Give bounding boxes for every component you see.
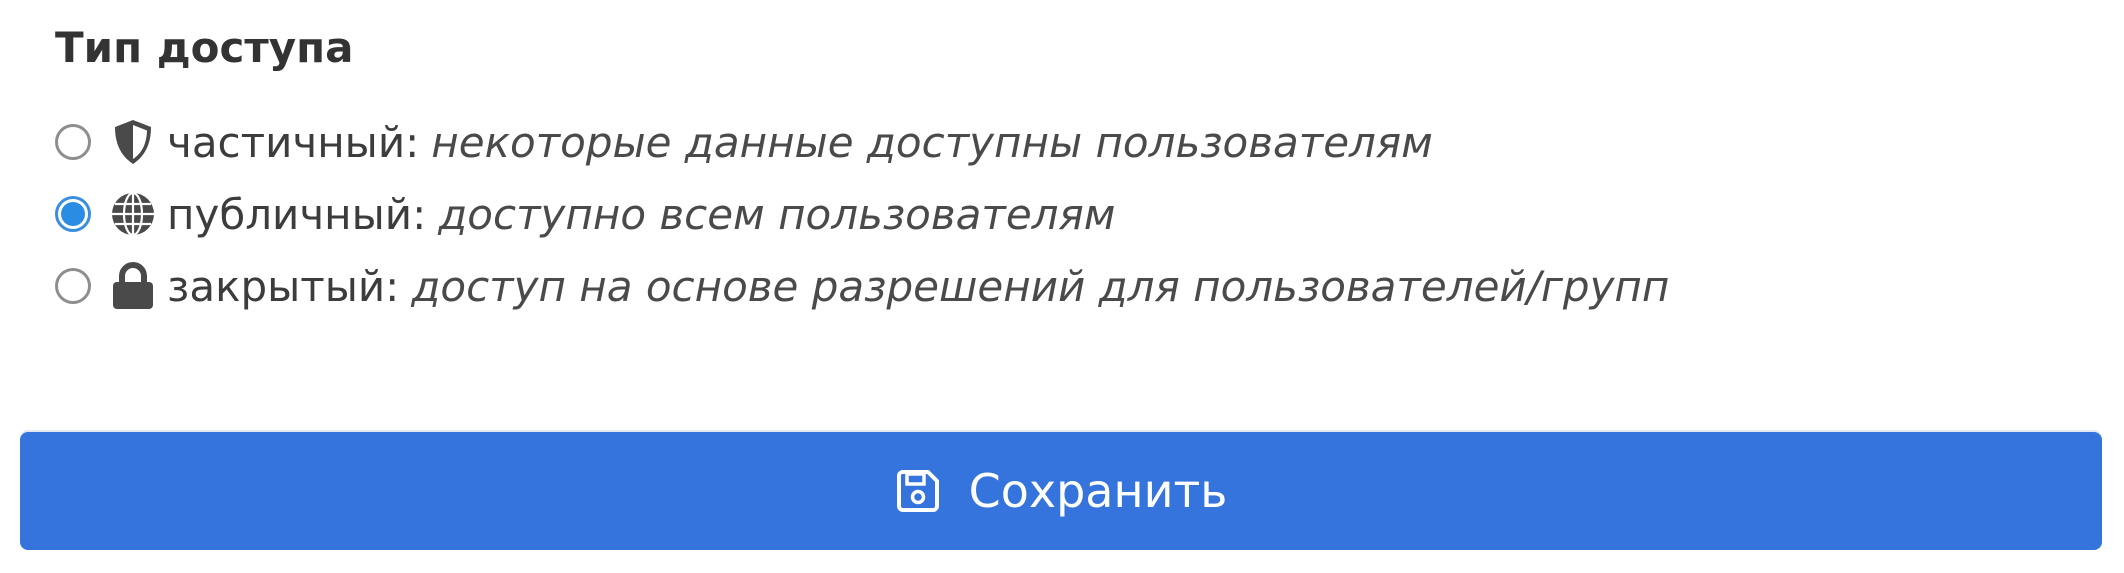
radio-dot	[61, 202, 85, 226]
save-button-label: Сохранить	[968, 464, 1228, 518]
option-name: частичный:	[167, 117, 420, 167]
globe-icon	[109, 190, 157, 238]
shield-icon	[109, 118, 157, 166]
radio-public[interactable]	[55, 196, 91, 232]
save-button[interactable]: Сохранить	[20, 432, 2102, 550]
option-description: доступ на основе разрешений для пользова…	[411, 261, 1670, 311]
section-title: Тип доступа	[55, 23, 354, 72]
access-option-private[interactable]: закрытый: доступ на основе разрешений дл…	[55, 256, 1669, 316]
option-description: некоторые данные доступны пользователям	[431, 117, 1433, 167]
floppy-disk-icon	[895, 468, 941, 514]
radio-private[interactable]	[55, 268, 91, 304]
option-name: закрытый:	[167, 261, 400, 311]
lock-icon	[109, 262, 157, 310]
option-description: доступно всем пользователям	[438, 189, 1116, 239]
access-option-partial[interactable]: частичный: некоторые данные доступны пол…	[55, 112, 1433, 172]
option-name: публичный:	[167, 189, 427, 239]
access-option-public[interactable]: публичный: доступно всем пользователям	[55, 184, 1115, 244]
radio-partial[interactable]	[55, 124, 91, 160]
